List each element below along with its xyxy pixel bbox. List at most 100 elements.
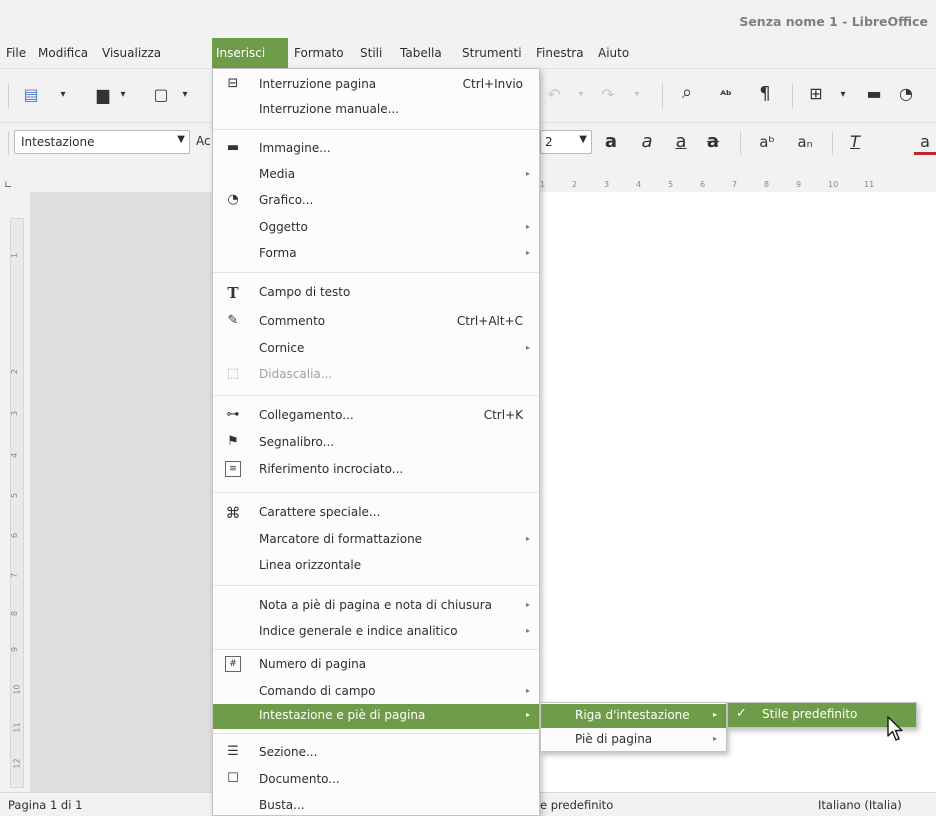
menu-item-forma[interactable]: Forma ▸ xyxy=(213,242,539,267)
menu-item-collegamento[interactable]: ⊶ Collegamento... Ctrl+K xyxy=(213,404,539,429)
tab-stop-icon[interactable]: ∟ xyxy=(4,180,12,191)
subscript-icon[interactable]: aₙ xyxy=(792,132,818,152)
menu-finestra[interactable]: Finestra xyxy=(532,38,588,68)
caption-icon: ⬚ xyxy=(226,366,240,381)
menu-item-comando-di-campo[interactable]: Comando di campo ▸ xyxy=(213,680,539,705)
menu-item-label: Stile predefinito xyxy=(762,707,858,721)
font-size-box[interactable]: 2 ▼ xyxy=(540,130,592,154)
menu-item-carattere-speciale[interactable]: ⌘ Carattere speciale... xyxy=(213,501,539,526)
italic-icon[interactable]: a xyxy=(638,132,656,152)
menu-item-intestazione-e-pie-di-pagina[interactable]: Intestazione e piè di pagina ▸ xyxy=(213,704,539,729)
menu-stili[interactable]: Stili xyxy=(356,38,386,68)
menu-item-marcatore-di-formattazione[interactable]: Marcatore di formattazione ▸ xyxy=(213,528,539,553)
insert-table-icon[interactable]: ⊞ xyxy=(806,84,826,104)
new-document-icon[interactable]: ▤ xyxy=(20,85,42,105)
menu-item-busta[interactable]: Busta... xyxy=(213,794,539,816)
menu-item-label: Commento xyxy=(259,314,326,328)
menu-item-immagine[interactable]: ▬ Immagine... xyxy=(213,137,539,162)
ruler-number: 7 xyxy=(10,572,20,579)
submenu-item-pie-di-pagina[interactable]: Piè di pagina ▸ xyxy=(541,728,726,752)
menu-separator xyxy=(213,649,539,650)
menu-inserisci[interactable]: Inserisci xyxy=(212,38,288,68)
dropdown-arrow-icon[interactable]: ▾ xyxy=(58,85,68,105)
menu-item-interruzione-pagina[interactable]: ⊟ Interruzione pagina Ctrl+Invio xyxy=(213,73,539,98)
vertical-ruler[interactable]: 1 2 3 4 5 6 7 8 9 10 11 12 xyxy=(10,218,24,788)
menu-strumenti[interactable]: Strumenti xyxy=(458,38,526,68)
font-size-value: 2 xyxy=(545,135,553,149)
ruler-number: 6 xyxy=(700,180,706,189)
spelling-icon[interactable]: ᴬᵇ xyxy=(714,85,738,105)
menu-modifica[interactable]: Modifica xyxy=(34,38,92,68)
menu-item-sezione[interactable]: ☰ Sezione... xyxy=(213,741,539,766)
menu-item-label: Campo di testo xyxy=(259,285,351,299)
insert-menu: ⊟ Interruzione pagina Ctrl+Invio Interru… xyxy=(212,68,540,816)
dropdown-arrow-icon[interactable]: ▾ xyxy=(118,85,128,105)
ruler-number: 2 xyxy=(10,368,20,375)
menu-item-cornice[interactable]: Cornice ▸ xyxy=(213,337,539,362)
submenu-item-riga-intestazione[interactable]: Riga d'intestazione ▸ xyxy=(541,704,726,728)
menu-item-nota-a-pie-di-pagina[interactable]: Nota a piè di pagina e nota di chiusura … xyxy=(213,594,539,619)
menu-item-label: Media xyxy=(259,167,296,181)
menu-item-grafico[interactable]: ◔ Grafico... xyxy=(213,189,539,214)
formatting-marks-icon[interactable]: ¶ xyxy=(756,84,774,104)
link-icon: ⊶ xyxy=(226,407,240,422)
header-footer-submenu: Riga d'intestazione ▸ Piè di pagina ▸ xyxy=(540,702,727,752)
dropdown-arrow-icon[interactable]: ▾ xyxy=(632,85,642,105)
dropdown-arrow-icon[interactable]: ▾ xyxy=(838,85,848,105)
bold-icon[interactable]: a xyxy=(602,132,620,152)
menu-item-label: Linea orizzontale xyxy=(259,558,362,572)
menu-item-linea-orizzontale[interactable]: Linea orizzontale xyxy=(213,554,539,579)
redo-icon[interactable]: ↷ xyxy=(600,85,616,105)
menu-aiuto[interactable]: Aiuto xyxy=(594,38,633,68)
bookmark-icon: ⚑ xyxy=(227,434,239,449)
menu-tabella[interactable]: Tabella xyxy=(396,38,446,68)
find-replace-icon[interactable]: ⌕ xyxy=(676,83,698,103)
menu-item-media[interactable]: Media ▸ xyxy=(213,163,539,188)
special-character-icon: ⌘ xyxy=(225,504,241,522)
menu-file[interactable]: File xyxy=(2,38,30,68)
document-icon: ☐ xyxy=(227,771,239,786)
font-color-icon[interactable]: a xyxy=(914,132,936,155)
font-name-partial[interactable]: Ac xyxy=(196,134,211,148)
page-count[interactable]: Pagina 1 di 1 xyxy=(8,798,82,812)
dropdown-arrow-icon[interactable]: ▾ xyxy=(180,85,190,105)
ruler-number: 10 xyxy=(828,180,839,189)
ruler-number: 1 xyxy=(540,180,546,189)
menu-item-numero-di-pagina[interactable]: # Numero di pagina xyxy=(213,653,539,678)
menu-item-label: Forma xyxy=(259,246,297,260)
paragraph-style-box[interactable]: Intestazione ▼ xyxy=(14,130,190,154)
menu-item-oggetto[interactable]: Oggetto ▸ xyxy=(213,216,539,241)
menu-visualizza[interactable]: Visualizza xyxy=(98,38,165,68)
menu-item-riferimento-incrociato[interactable]: ≡ Riferimento incrociato... xyxy=(213,458,539,483)
ruler-number: 4 xyxy=(10,452,20,459)
menu-item-indice-generale[interactable]: Indice generale e indice analitico ▸ xyxy=(213,620,539,645)
menu-formato[interactable]: Formato xyxy=(290,38,348,68)
menu-item-commento[interactable]: ✎ Commento Ctrl+Alt+C xyxy=(213,310,539,335)
menu-item-label: Piè di pagina xyxy=(575,732,653,746)
open-icon[interactable]: ▢ xyxy=(150,85,172,105)
underline-icon[interactable]: a xyxy=(672,132,690,152)
menu-item-segnalibro[interactable]: ⚑ Segnalibro... xyxy=(213,431,539,456)
menu-item-campo-di-testo[interactable]: T Campo di testo xyxy=(213,281,539,306)
insert-chart-icon[interactable]: ◔ xyxy=(896,84,916,104)
dropdown-arrow-icon[interactable]: ▼ xyxy=(579,134,587,145)
insert-image-icon[interactable]: ▬ xyxy=(864,84,884,104)
strikethrough-icon[interactable]: a xyxy=(704,132,722,152)
menu-item-label: Documento... xyxy=(259,772,340,786)
submenu-arrow-icon: ▸ xyxy=(525,626,530,635)
menu-item-label: Comando di campo xyxy=(259,684,376,698)
language-status[interactable]: Italiano (Italia) xyxy=(818,798,902,812)
menu-item-didascalia[interactable]: ⬚ Didascalia... xyxy=(213,363,539,388)
undo-icon[interactable]: ↶ xyxy=(546,85,562,105)
dropdown-arrow-icon[interactable]: ▼ xyxy=(177,134,185,145)
menu-item-interruzione-manuale[interactable]: Interruzione manuale... xyxy=(213,98,539,123)
superscript-icon[interactable]: aᵇ xyxy=(754,132,780,152)
menu-item-label: Riferimento incrociato... xyxy=(259,462,404,476)
page-style-status[interactable]: e predefinito xyxy=(540,798,613,812)
dropdown-arrow-icon[interactable]: ▾ xyxy=(576,85,586,105)
templates-icon[interactable]: ▆ xyxy=(92,85,114,105)
toolbar-separator xyxy=(8,83,9,109)
ruler-number: 5 xyxy=(10,492,20,499)
menu-item-documento[interactable]: ☐ Documento... xyxy=(213,768,539,793)
clear-formatting-icon[interactable]: T xyxy=(846,132,864,152)
